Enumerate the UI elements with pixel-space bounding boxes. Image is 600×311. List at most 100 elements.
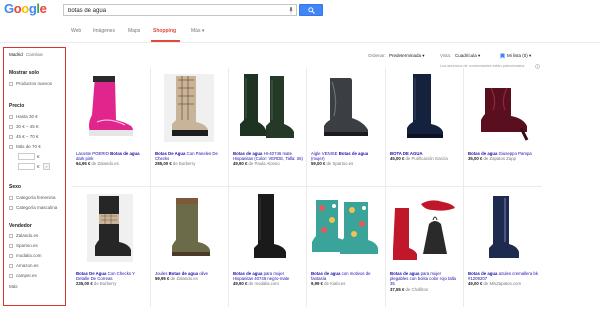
search-input[interactable] — [68, 6, 278, 15]
sort-dropdown[interactable]: Predeterminada ▾ — [389, 53, 425, 59]
search-tabs: Web Imágenes Maps Shopping Más ▾ — [0, 21, 600, 43]
my-list-button[interactable]: Mi lista (0) ▾ — [507, 53, 531, 59]
seller-option[interactable]: camper.es — [16, 273, 37, 278]
price-value: 9,99 € — [311, 281, 323, 287]
product-title[interactable]: Botas de agua HI-40746 mate Hispanitas (… — [233, 151, 303, 167]
tab-images[interactable]: Imágenes — [93, 28, 115, 34]
product-image-green-boots[interactable] — [230, 70, 304, 146]
seller-name: de MisZapatos.com — [482, 281, 522, 287]
sort-label: Ordenar: — [368, 53, 386, 58]
product-image-burgundy-boot[interactable] — [465, 70, 539, 146]
new-products-checkbox[interactable] — [9, 82, 13, 86]
price-min-input[interactable] — [18, 153, 35, 160]
price-checkbox[interactable] — [9, 145, 13, 149]
product-card[interactable]: Botas De Agua Con Paneles De Checks 285,… — [151, 70, 227, 185]
product-title[interactable]: Joules Botas de agua olive 59,95 € de Za… — [155, 271, 225, 281]
microphone-icon[interactable] — [289, 7, 293, 14]
seller-checkbox[interactable] — [9, 274, 13, 278]
product-card[interactable]: Botas de agua azules cremallera bk #1209… — [464, 190, 540, 305]
product-image-red-foldable-boot[interactable] — [387, 190, 461, 266]
sex-checkbox[interactable] — [9, 206, 13, 210]
product-title[interactable]: Botas De Agua Con Paneles De Checks 285,… — [155, 151, 225, 167]
product-title[interactable]: Botas De Agua Con Checks Y Detalle De Co… — [76, 271, 146, 287]
search-button[interactable] — [299, 4, 323, 16]
price-value: 45,00 € — [390, 156, 405, 162]
seller-heading: Vendedor — [9, 223, 32, 229]
grid-divider — [72, 186, 542, 187]
product-image-blue-zip-boot[interactable] — [465, 190, 539, 266]
product-title[interactable]: BOTA DE AGUA 45,00 € de Purificación Gar… — [390, 151, 460, 161]
product-title[interactable]: Botas de agua para mujer plegables con b… — [390, 271, 460, 292]
product-image-floral-boots[interactable] — [308, 190, 382, 266]
product-price: 64,95 € de Zalando.es — [76, 161, 146, 166]
sponsored-note: Los anuncios de comerciantes están patro… — [440, 64, 525, 68]
price-option[interactable]: 45 € – 70 € — [16, 134, 39, 139]
info-icon[interactable] — [535, 64, 540, 69]
product-title[interactable]: Botas de agua Giuseppo Pampa 35,00 € de … — [468, 151, 538, 161]
tab-shopping[interactable]: Shopping — [153, 28, 176, 34]
seller-checkbox[interactable] — [9, 234, 13, 238]
price-checkbox[interactable] — [9, 125, 13, 129]
product-card[interactable]: Botas de agua HI-40746 mate Hispanitas (… — [229, 70, 305, 185]
product-image-navy-boot[interactable] — [387, 70, 461, 146]
product-image-black-boot[interactable] — [230, 190, 304, 266]
new-products-label[interactable]: Productos nuevos — [16, 81, 52, 86]
price-max-input[interactable] — [18, 163, 35, 170]
seller-name: de Burberry — [92, 281, 117, 287]
title-text: olive — [198, 271, 209, 276]
tab-more[interactable]: Más ▾ — [191, 28, 204, 34]
product-card[interactable]: Botas de agua para mujer plegables con b… — [386, 190, 462, 305]
logo-letter: o — [13, 1, 22, 16]
product-card[interactable]: Lacoste POERIO Botas de agua dark pink 6… — [72, 70, 148, 185]
product-card[interactable]: Joules Botas de agua olive 59,95 € de Za… — [151, 190, 227, 305]
seller-checkbox[interactable] — [9, 244, 13, 248]
more-sellers-link[interactable]: Más — [9, 284, 18, 289]
price-checkbox[interactable] — [9, 115, 13, 119]
seller-option[interactable]: Zalando.es — [16, 233, 38, 238]
product-price: 49,90 € de Paula Alonso — [233, 161, 303, 166]
seller-name: de Chollitos — [404, 286, 428, 292]
tab-maps[interactable]: Maps — [128, 28, 140, 34]
price-value: 49,90 € — [233, 161, 248, 167]
logo-letter: g — [28, 1, 37, 16]
product-title[interactable]: Aigle VENISE Botas de agua (mujer) 59,00… — [311, 151, 381, 167]
sex-checkbox[interactable] — [9, 196, 13, 200]
product-title[interactable]: Botas de agua con motivos de fantasía 9,… — [311, 271, 381, 287]
tab-web[interactable]: Web — [71, 28, 81, 34]
price-checkbox[interactable] — [9, 135, 13, 139]
product-image-check-boot[interactable] — [152, 70, 226, 146]
seller-option[interactable]: Amazon.es — [16, 263, 39, 268]
product-image-olive-boot[interactable] — [152, 190, 226, 266]
price-value: 235,00 € — [76, 281, 93, 287]
product-title[interactable]: Botas de agua azules cremallera bk #1209… — [468, 271, 538, 287]
seller-checkbox[interactable] — [9, 254, 13, 258]
view-dropdown[interactable]: Cuadrícula ▾ — [455, 53, 480, 59]
seller-checkbox[interactable] — [9, 264, 13, 268]
price-option[interactable]: Más de 70 € — [16, 144, 41, 149]
location-change-link[interactable]: Cambiar — [26, 52, 43, 57]
price-go-button[interactable]: › — [43, 163, 50, 170]
product-price: 235,00 € de Burberry — [76, 281, 146, 286]
product-card[interactable]: Aigle VENISE Botas de agua (mujer) 59,00… — [307, 70, 383, 185]
price-option[interactable]: 30 € – 45 € — [16, 124, 39, 129]
search-box[interactable] — [63, 4, 297, 16]
price-option[interactable]: Hasta 30 € — [16, 114, 38, 119]
product-card[interactable]: Botas de agua con motivos de fantasía 9,… — [307, 190, 383, 305]
sex-heading: Sexo — [9, 184, 21, 190]
google-logo[interactable]: Google — [4, 1, 47, 16]
sex-option[interactable]: Categoría masculina — [16, 205, 57, 210]
product-image-dark-boot[interactable] — [308, 70, 382, 146]
product-title[interactable]: Botas de agua para mujer Hispanitas 4074… — [233, 271, 303, 287]
title-highlight: Botas de agua — [338, 151, 369, 156]
price-heading: Precio — [9, 103, 25, 109]
seller-option[interactable]: Spartoo.es — [16, 243, 38, 248]
product-title[interactable]: Lacoste POERIO Botas de agua dark pink 6… — [76, 151, 146, 167]
product-image-pink-boot[interactable] — [73, 70, 147, 146]
product-card[interactable]: BOTA DE AGUA 45,00 € de Purificación Gar… — [386, 70, 462, 185]
product-card[interactable]: Botas de agua para mujer Hispanitas 4074… — [229, 190, 305, 305]
product-image-check-strap-boot[interactable] — [73, 190, 147, 266]
product-card[interactable]: Botas de agua Giuseppo Pampa 35,00 € de … — [464, 70, 540, 185]
sex-option[interactable]: Categoría femenina — [16, 195, 56, 200]
seller-option[interactable]: modalia.com — [16, 253, 42, 258]
product-card[interactable]: Botas De Agua Con Checks Y Detalle De Co… — [72, 190, 148, 305]
